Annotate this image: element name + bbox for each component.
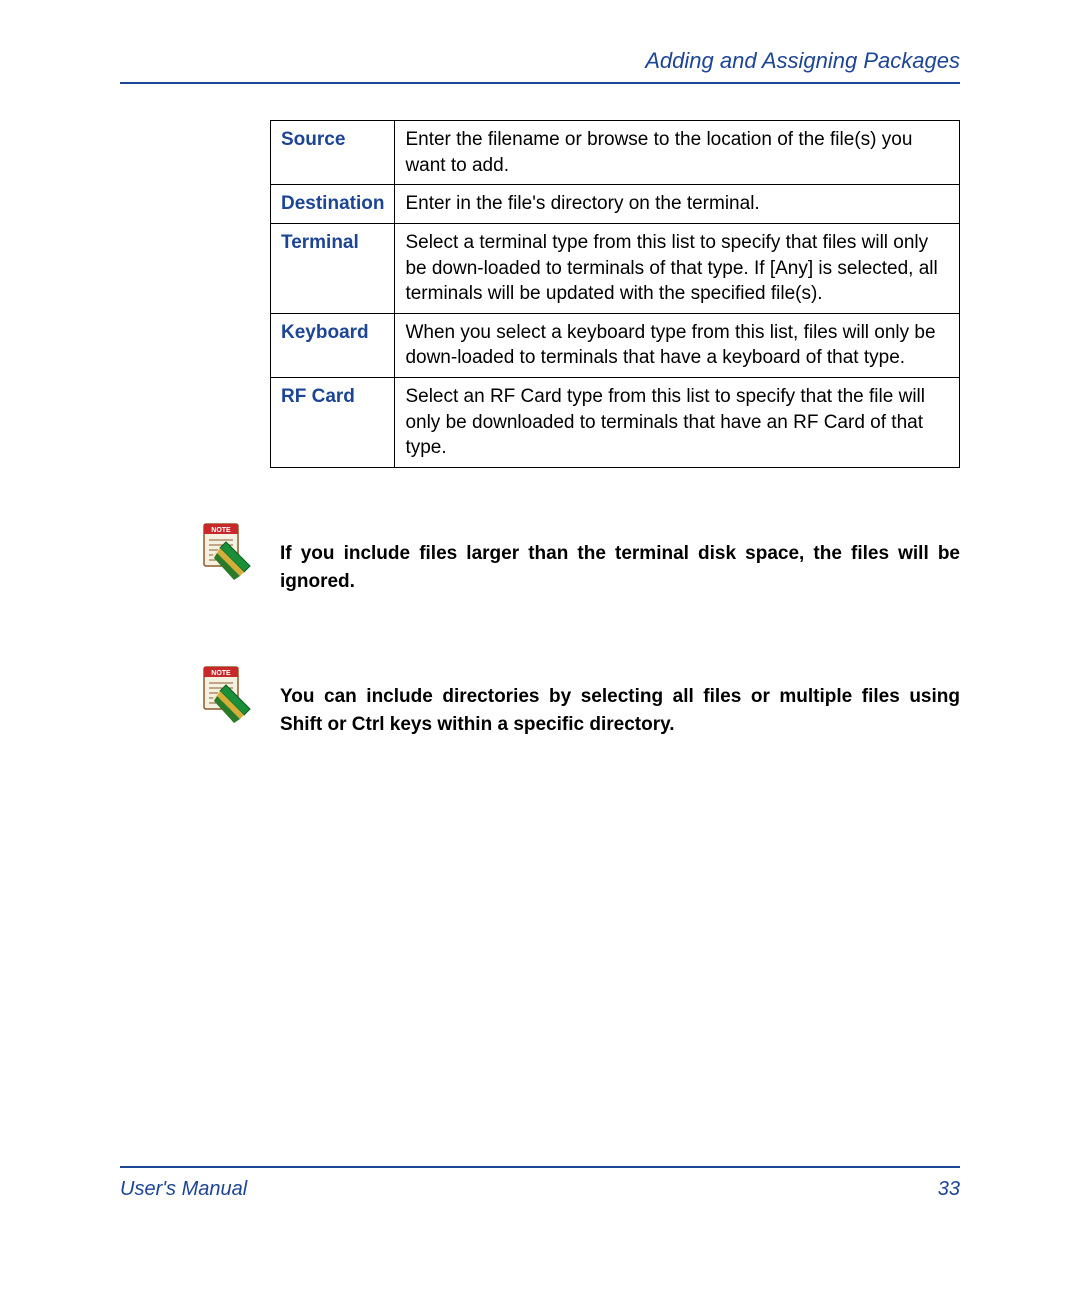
- note-text: You can include directories by selecting…: [280, 665, 960, 738]
- row-desc: Enter in the file's directory on the ter…: [395, 185, 960, 224]
- content-area: Source Enter the filename or browse to t…: [120, 120, 960, 468]
- table-row: RF Card Select an RF Card type from this…: [271, 378, 960, 468]
- definitions-table: Source Enter the filename or browse to t…: [270, 120, 960, 468]
- page: Adding and Assigning Packages Source Ent…: [0, 0, 1080, 1311]
- row-desc: When you select a keyboard type from thi…: [395, 313, 960, 377]
- row-label: RF Card: [271, 378, 395, 468]
- note-block: NOTE You can include directories by sele…: [120, 665, 960, 738]
- row-desc: Select a terminal type from this list to…: [395, 223, 960, 313]
- table-row: Terminal Select a terminal type from thi…: [271, 223, 960, 313]
- row-desc: Select an RF Card type from this list to…: [395, 378, 960, 468]
- header-title: Adding and Assigning Packages: [645, 48, 960, 73]
- row-label: Source: [271, 121, 395, 185]
- note-block: NOTE If you include files larger than th…: [120, 522, 960, 595]
- note-icon: NOTE: [200, 665, 256, 725]
- note-text: If you include files larger than the ter…: [280, 522, 960, 595]
- row-label: Keyboard: [271, 313, 395, 377]
- footer-left: User's Manual: [120, 1178, 247, 1201]
- svg-text:NOTE: NOTE: [211, 527, 231, 534]
- row-label: Terminal: [271, 223, 395, 313]
- table-row: Source Enter the filename or browse to t…: [271, 121, 960, 185]
- page-footer: User's Manual 33: [120, 1166, 960, 1201]
- svg-text:NOTE: NOTE: [211, 670, 231, 677]
- footer-page-number: 33: [938, 1178, 960, 1201]
- table-row: Destination Enter in the file's director…: [271, 185, 960, 224]
- table-row: Keyboard When you select a keyboard type…: [271, 313, 960, 377]
- note-icon: NOTE: [200, 522, 256, 582]
- row-label: Destination: [271, 185, 395, 224]
- row-desc: Enter the filename or browse to the loca…: [395, 121, 960, 185]
- page-header: Adding and Assigning Packages: [120, 48, 960, 84]
